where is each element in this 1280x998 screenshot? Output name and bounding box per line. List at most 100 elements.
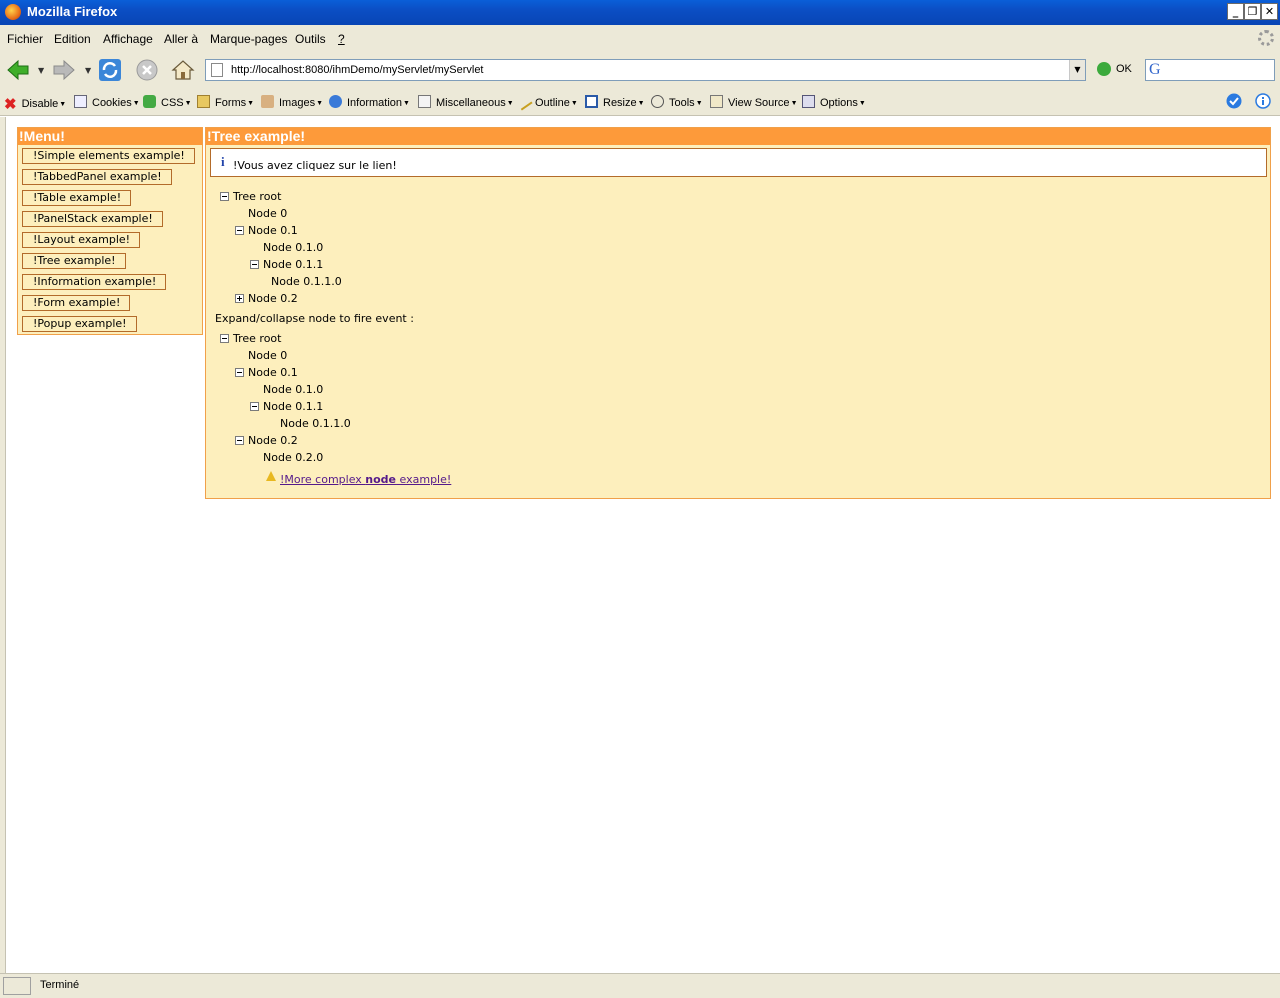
url-text: http://localhost:8080/ihmDemo/myServlet/…	[231, 64, 484, 76]
menu-button-table[interactable]: !Table example!	[22, 190, 132, 206]
images-icon	[261, 95, 274, 108]
warning-icon	[266, 471, 276, 481]
tree-node[interactable]: Node 0.2	[248, 434, 298, 447]
dev-view-source[interactable]: View Source▼	[710, 95, 798, 109]
minimize-button[interactable]: _	[1227, 3, 1244, 20]
tree-node[interactable]: Node 0	[248, 349, 287, 362]
tree-node[interactable]: Node 0.1.0	[263, 241, 323, 254]
collapse-toggle-icon[interactable]	[235, 368, 244, 377]
reload-icon[interactable]	[98, 58, 122, 82]
tree-node[interactable]: Node 0	[248, 207, 287, 220]
collapse-toggle-icon[interactable]	[250, 402, 259, 411]
forward-icon[interactable]	[52, 58, 76, 82]
tree-node[interactable]: Node 0.1.1.0	[271, 275, 342, 288]
tree-node[interactable]: Node 0.1	[248, 366, 298, 379]
menu-panel-title: !Menu!	[18, 128, 202, 145]
tree-panel: !Tree example! i !Vous avez cliquez sur …	[205, 127, 1271, 499]
tree-node[interactable]: Node 0.1.0	[263, 383, 323, 396]
info-status-icon[interactable]	[1255, 93, 1271, 109]
tools-icon	[651, 95, 664, 108]
tree-node[interactable]: Node 0.2	[248, 292, 298, 305]
dev-outline[interactable]: Outline▼	[514, 92, 578, 111]
url-bar[interactable]: http://localhost:8080/ihmDemo/myServlet/…	[205, 59, 1086, 81]
tree-panel-title: !Tree example!	[206, 128, 1270, 145]
back-icon[interactable]	[6, 58, 30, 82]
status-text: Terminé	[40, 979, 80, 991]
forms-icon	[197, 95, 210, 108]
throbber-icon	[1258, 30, 1274, 46]
collapse-toggle-icon[interactable]	[220, 334, 229, 343]
menu-edition[interactable]: Edition	[54, 32, 91, 46]
dev-css[interactable]: CSS▼	[143, 95, 192, 109]
menu-aller[interactable]: Aller à	[164, 32, 198, 46]
resize-icon	[585, 95, 598, 108]
menu-button-simple-elements[interactable]: !Simple elements example!	[22, 148, 195, 164]
complex-node-link[interactable]: !More complex node example!	[280, 473, 451, 486]
menu-outils[interactable]: Outils	[295, 32, 326, 46]
tree-node[interactable]: Tree root	[233, 332, 281, 345]
menu-button-information[interactable]: !Information example!	[22, 274, 167, 290]
close-button[interactable]: ✕	[1261, 3, 1278, 20]
tree-node[interactable]: Tree root	[233, 190, 281, 203]
restore-button[interactable]: ❐	[1244, 3, 1261, 20]
stop-icon[interactable]	[135, 58, 159, 82]
cookies-icon	[74, 95, 87, 108]
menu-button-form[interactable]: !Form example!	[22, 295, 131, 311]
outline-icon	[514, 92, 533, 111]
collapse-toggle-icon[interactable]	[235, 226, 244, 235]
css-icon	[143, 95, 156, 108]
expand-toggle-icon[interactable]	[235, 294, 244, 303]
tree-node[interactable]: Node 0.1.1	[263, 258, 323, 271]
miscellaneous-icon	[418, 95, 431, 108]
view-source-icon	[710, 95, 723, 108]
menu-button-panel-stack[interactable]: !PanelStack example!	[22, 211, 163, 227]
sidebar-edge	[0, 117, 6, 973]
dev-disable[interactable]: ✖ Disable▼	[4, 95, 66, 113]
navigation-toolbar: ▼ ▼ http://localhost:8080/ihmDemo/myServ…	[0, 52, 1280, 88]
options-icon	[802, 95, 815, 108]
menu-help[interactable]: ?	[338, 32, 345, 46]
go-icon	[1097, 62, 1111, 76]
info-message: !Vous avez cliquez sur le lien!	[233, 159, 397, 172]
menu-button-tabbed-panel[interactable]: !TabbedPanel example!	[22, 169, 172, 185]
connection-status-icon	[3, 977, 31, 995]
event-label: Expand/collapse node to fire event :	[215, 312, 414, 325]
dev-tools[interactable]: Tools▼	[651, 95, 703, 109]
collapse-toggle-icon[interactable]	[220, 192, 229, 201]
menu-button-tree[interactable]: !Tree example!	[22, 253, 126, 269]
tree-node[interactable]: Node 0.2.0	[263, 451, 323, 464]
collapse-toggle-icon[interactable]	[250, 260, 259, 269]
tree-node[interactable]: Node 0.1.1.0	[280, 417, 351, 430]
go-button[interactable]: OK	[1097, 62, 1132, 76]
dev-forms[interactable]: Forms▼	[197, 95, 254, 109]
menu-button-popup[interactable]: !Popup example!	[22, 316, 137, 332]
validation-check-icon[interactable]	[1226, 93, 1242, 109]
web-developer-toolbar: ✖ Disable▼ Cookies▼ CSS▼ Forms▼ Images▼ I…	[0, 88, 1280, 116]
dev-information[interactable]: Information▼	[329, 95, 410, 109]
menu-bar: Fichier Edition Affichage Aller à Marque…	[0, 25, 1280, 52]
status-bar: Terminé	[0, 973, 1280, 998]
tree-node[interactable]: Node 0.1.1	[263, 400, 323, 413]
menu-fichier[interactable]: Fichier	[7, 32, 43, 46]
search-engine-icon[interactable]: G	[1149, 61, 1161, 79]
dev-cookies[interactable]: Cookies▼	[74, 95, 140, 109]
url-dropdown-icon[interactable]: ▼	[1069, 60, 1085, 80]
dev-options[interactable]: Options▼	[802, 95, 866, 109]
menu-button-layout[interactable]: !Layout example!	[22, 232, 141, 248]
back-history-dropdown-icon[interactable]: ▼	[38, 66, 44, 75]
menu-marque-pages[interactable]: Marque-pages	[210, 32, 287, 46]
dev-images[interactable]: Images▼	[261, 95, 323, 109]
forward-history-dropdown-icon[interactable]: ▼	[85, 66, 91, 75]
window-titlebar: Mozilla Firefox _ ❐ ✕	[0, 0, 1280, 25]
tree-node[interactable]: Node 0.1	[248, 224, 298, 237]
search-input[interactable]: G	[1145, 59, 1275, 81]
firefox-icon	[5, 4, 21, 20]
dev-resize[interactable]: Resize▼	[585, 95, 645, 109]
info-message-box: i !Vous avez cliquez sur le lien!	[210, 148, 1267, 177]
home-icon[interactable]	[171, 58, 195, 82]
collapse-toggle-icon[interactable]	[235, 436, 244, 445]
menu-affichage[interactable]: Affichage	[103, 32, 153, 46]
dev-miscellaneous[interactable]: Miscellaneous▼	[418, 95, 514, 109]
disable-icon: ✖	[4, 96, 17, 113]
information-icon	[329, 95, 342, 108]
